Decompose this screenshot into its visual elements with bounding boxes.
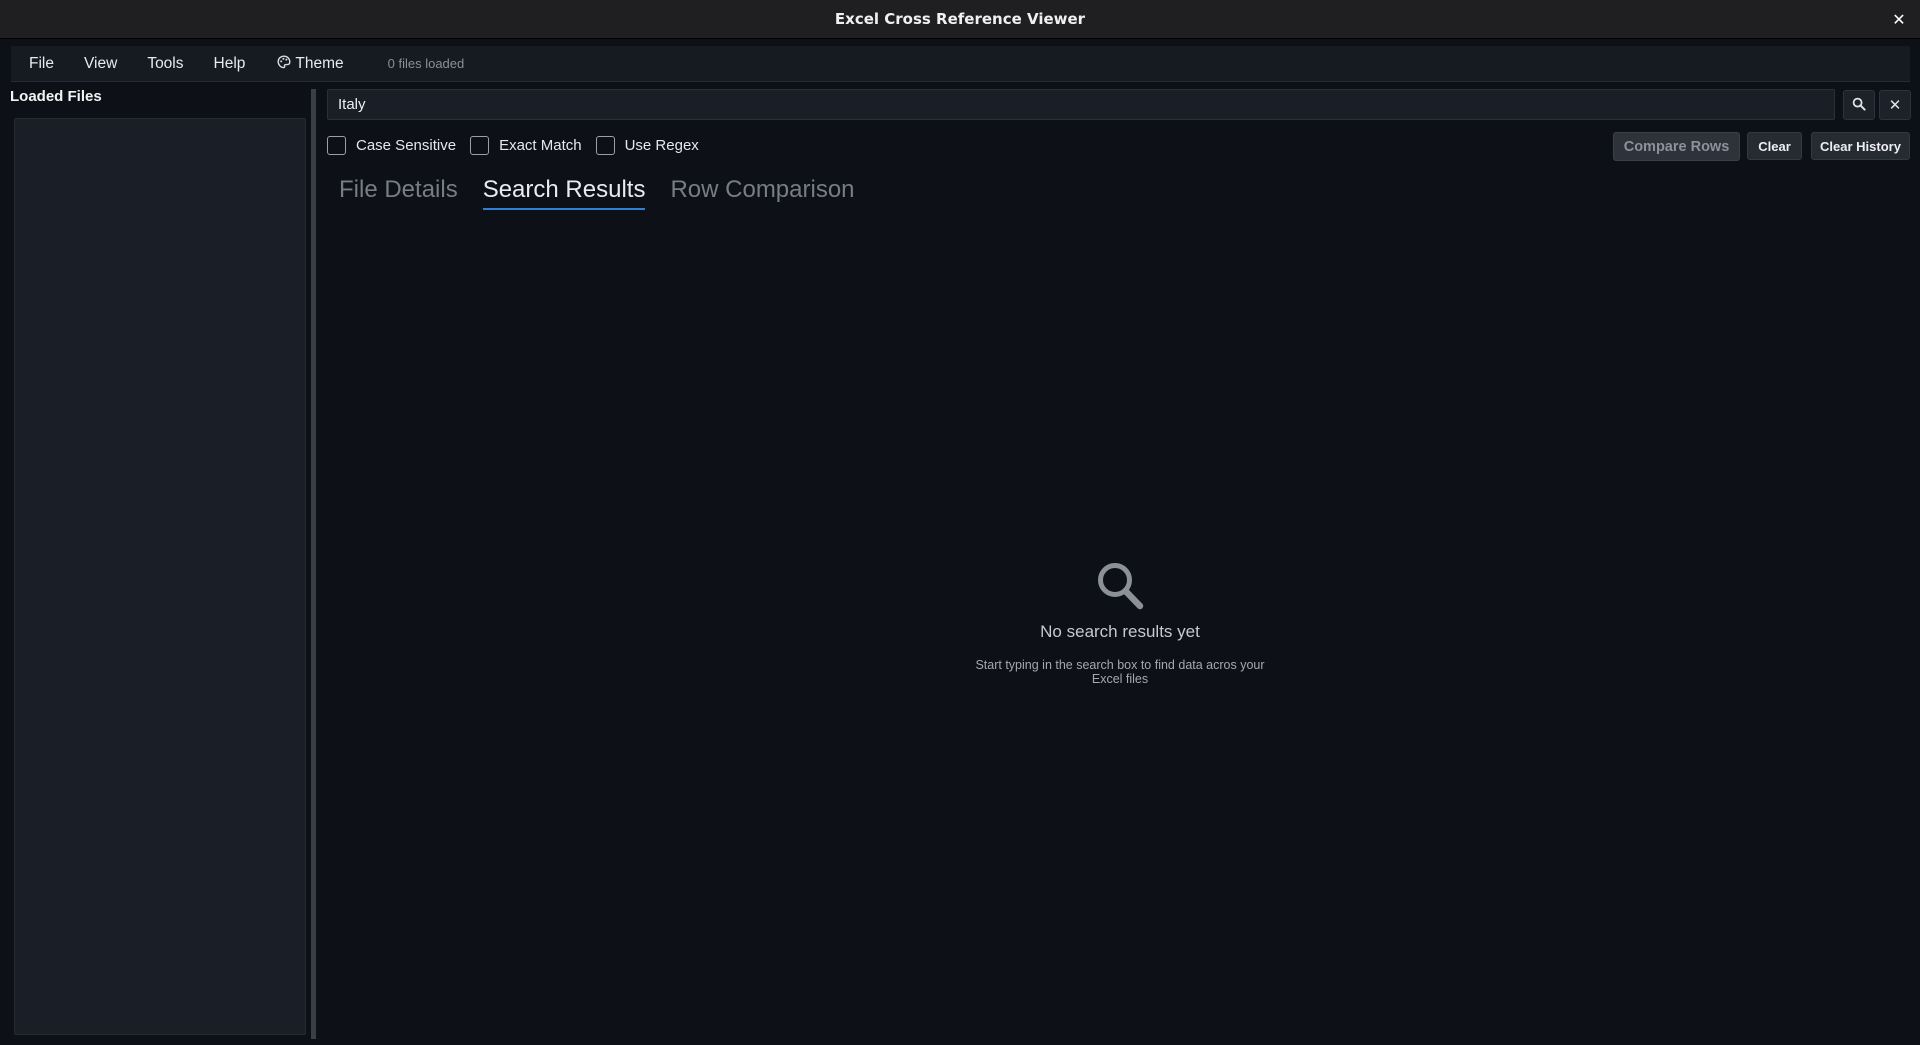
use-regex-label: Use Regex xyxy=(624,136,699,154)
menu-file[interactable]: File xyxy=(17,46,66,81)
empty-state: No search results yet Start typing in th… xyxy=(960,560,1280,700)
clear-history-button[interactable]: Clear History xyxy=(1811,132,1910,160)
clear-button[interactable]: Clear xyxy=(1747,132,1802,160)
menu-theme[interactable]: Theme xyxy=(265,46,355,81)
window-title: Excel Cross Reference Viewer xyxy=(834,10,1086,28)
search-options: Case Sensitive Exact Match Use Regex xyxy=(327,133,713,157)
close-icon: ✕ xyxy=(1888,96,1902,114)
case-sensitive-checkbox[interactable] xyxy=(327,135,346,155)
empty-state-title: No search results yet xyxy=(1040,622,1200,641)
empty-state-subtitle: Start typing in the search box to find d… xyxy=(975,658,1265,686)
palette-icon xyxy=(277,55,291,72)
main-tabs: File Details Search Results Row Comparis… xyxy=(339,176,880,216)
menu-tools[interactable]: Tools xyxy=(135,46,195,81)
search-input[interactable] xyxy=(327,89,1835,120)
use-regex-checkbox[interactable] xyxy=(595,135,615,155)
panel-splitter[interactable] xyxy=(311,89,316,1039)
menu-help[interactable]: Help xyxy=(202,46,258,81)
title-bar: Excel Cross Reference Viewer ✕ xyxy=(0,0,1920,39)
search-icon xyxy=(1098,563,1144,610)
window-close-button[interactable]: ✕ xyxy=(1888,8,1910,30)
tab-search-results[interactable]: Search Results xyxy=(482,176,645,210)
sidebar-header: Loaded Files xyxy=(10,88,102,105)
tab-row-comparison[interactable]: Row Comparison xyxy=(670,176,854,210)
compare-rows-button[interactable]: Compare Rows xyxy=(1613,132,1740,161)
loaded-files-list[interactable] xyxy=(14,118,306,1035)
case-sensitive-label: Case Sensitive xyxy=(356,136,457,154)
close-icon: ✕ xyxy=(1892,9,1906,29)
menu-view[interactable]: View xyxy=(72,46,129,81)
menu-bar: File View Tools Help Theme 0 files loade… xyxy=(11,46,1910,82)
menu-theme-label: Theme xyxy=(295,54,344,72)
exact-match-label: Exact Match xyxy=(499,136,582,154)
clear-search-button[interactable]: ✕ xyxy=(1879,90,1911,120)
files-loaded-status: 0 files loaded xyxy=(387,56,465,71)
exact-match-option[interactable]: Exact Match xyxy=(470,135,582,155)
sidebar: Loaded Files xyxy=(0,84,316,1045)
search-icon xyxy=(1852,96,1866,115)
exact-match-checkbox[interactable] xyxy=(470,135,490,155)
tab-file-details[interactable]: File Details xyxy=(339,176,458,210)
case-sensitive-option[interactable]: Case Sensitive xyxy=(327,135,457,155)
use-regex-option[interactable]: Use Regex xyxy=(595,135,699,155)
search-button[interactable] xyxy=(1843,90,1875,120)
